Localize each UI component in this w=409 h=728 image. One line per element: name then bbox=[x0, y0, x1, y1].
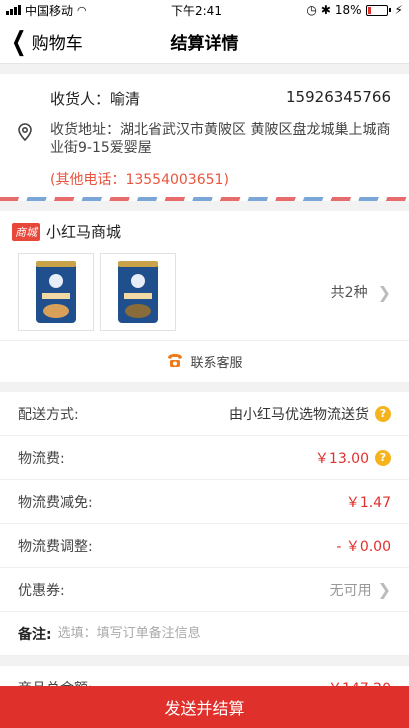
fee-adjust-value: - ￥0.00 bbox=[336, 538, 391, 555]
receiver-phone: 15926345766 bbox=[286, 88, 391, 106]
bluetooth-icon: ✱ bbox=[320, 3, 331, 17]
product-count[interactable]: 共2种 ❯ bbox=[331, 282, 391, 302]
delivery-label: 配送方式: bbox=[18, 406, 79, 423]
contact-service-button[interactable]: 联系客服 bbox=[0, 340, 409, 382]
back-label: 购物车 bbox=[31, 34, 83, 54]
note-label: 备注: bbox=[18, 626, 52, 643]
delivery-method-row: 配送方式: 由小红马优选物流送货 ? bbox=[0, 392, 409, 436]
chevron-left-icon: ❮ bbox=[11, 26, 27, 57]
battery-icon bbox=[365, 4, 391, 16]
shipping-fee-value: ￥13.00 bbox=[314, 450, 369, 467]
delivery-address: 收货地址：湖北省武汉市黄陂区 黄陂区盘龙城巢上城商业街9-15爱婴屋 bbox=[50, 122, 391, 156]
contact-service-label: 联系客服 bbox=[190, 356, 243, 371]
fee-adjust-row: 物流费调整: - ￥0.00 bbox=[0, 524, 409, 568]
nav-bar: ❮ 购物车 结算详情 bbox=[0, 20, 409, 64]
address-card[interactable]: 收货人：喻清 15926345766 收货地址：湖北省武汉市黄陂区 黄陂区盘龙城… bbox=[0, 74, 409, 201]
product-count-label: 共2种 bbox=[330, 285, 368, 301]
help-icon[interactable]: ? bbox=[375, 405, 391, 422]
receiver-name: 收货人：喻清 bbox=[50, 90, 141, 108]
note-input[interactable] bbox=[57, 626, 298, 641]
fee-discount-label: 物流费减免: bbox=[18, 494, 93, 511]
note-row: 备注: bbox=[0, 612, 409, 656]
delivery-value: 由小红马优选物流送货 bbox=[229, 406, 369, 423]
help-icon[interactable]: ? bbox=[375, 449, 391, 466]
shipping-fee-label: 物流费: bbox=[18, 450, 65, 467]
fee-adjust-label: 物流费调整: bbox=[18, 538, 93, 555]
shop-badge: 商城 bbox=[12, 222, 40, 241]
battery-percent: 18% bbox=[334, 3, 362, 17]
coupon-label: 优惠券: bbox=[18, 582, 65, 599]
coupon-value: 无可用 bbox=[329, 582, 372, 599]
coupon-row[interactable]: 优惠券: 无可用 ❯ bbox=[0, 568, 409, 612]
chevron-right-icon: ❯ bbox=[377, 580, 391, 599]
submit-order-button[interactable]: 发送并结算 bbox=[0, 686, 409, 728]
location-pin-icon bbox=[18, 121, 50, 157]
alarm-icon: ◷ bbox=[306, 3, 317, 17]
status-time: 下午2:41 bbox=[171, 3, 222, 18]
order-details: 配送方式: 由小红马优选物流送货 ? 物流费: ￥13.00 ? 物流费减免: … bbox=[0, 392, 409, 656]
product-thumbnail[interactable] bbox=[100, 253, 176, 331]
shop-name: 小红马商城 bbox=[46, 223, 122, 241]
product-list[interactable]: 共2种 ❯ bbox=[0, 252, 409, 340]
envelope-stripe bbox=[0, 197, 409, 201]
fee-discount-value: ￥1.47 bbox=[345, 494, 391, 511]
product-thumbnail[interactable] bbox=[18, 253, 94, 331]
status-bar: 中国移动 ◠ 下午2:41 ◷ ✱ 18% ⚡ bbox=[0, 0, 409, 20]
phone-icon bbox=[166, 352, 184, 372]
other-phone: (其他电话：13554003651) bbox=[50, 172, 229, 188]
chevron-right-icon: ❯ bbox=[377, 282, 391, 302]
shop-section: 商城 小红马商城 共2种 ❯ 联系客服 bbox=[0, 211, 409, 382]
back-button[interactable]: ❮ 购物车 bbox=[0, 29, 83, 55]
signal-icon bbox=[6, 5, 21, 15]
wifi-icon: ◠ bbox=[77, 3, 87, 17]
carrier-text: 中国移动 bbox=[25, 3, 74, 18]
shipping-fee-row: 物流费: ￥13.00 ? bbox=[0, 436, 409, 480]
charging-icon: ⚡ bbox=[394, 3, 403, 17]
fee-discount-row: 物流费减免: ￥1.47 bbox=[0, 480, 409, 524]
